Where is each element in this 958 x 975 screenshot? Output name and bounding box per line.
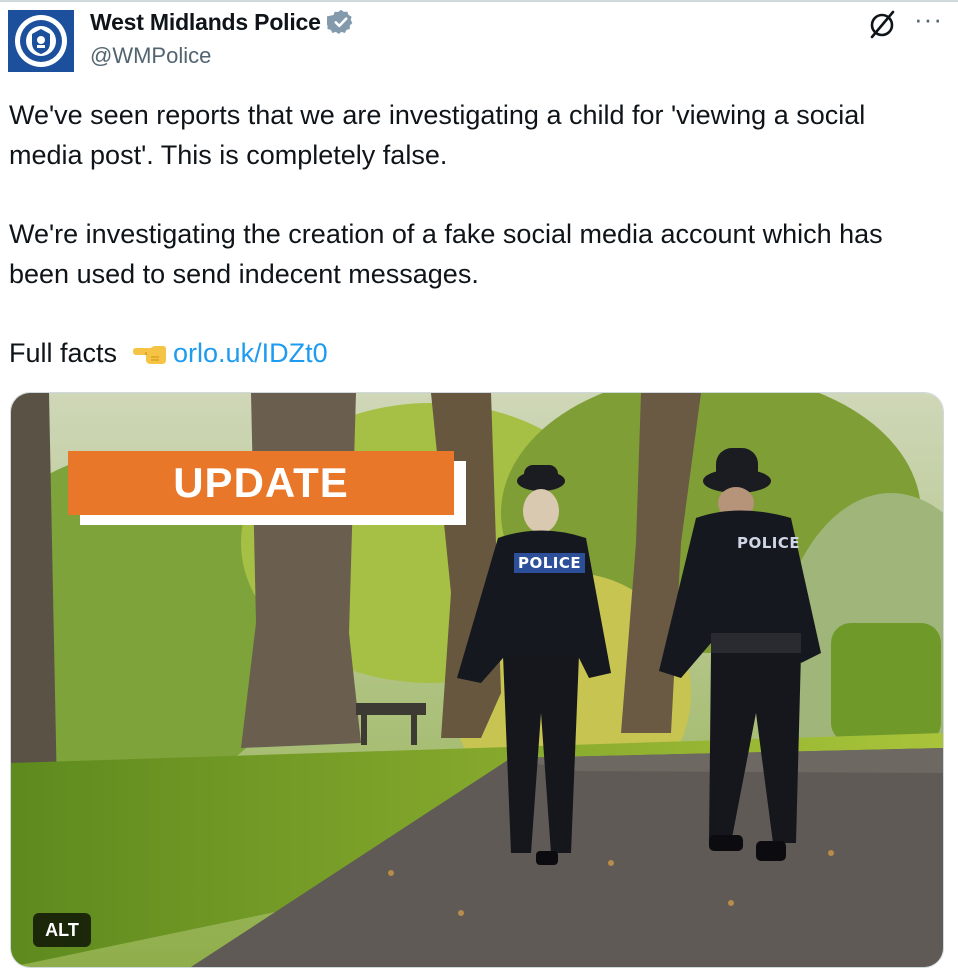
tweet-paragraph-1: We've seen reports that we are investiga… (9, 100, 866, 170)
tweet-paragraph-2: We're investigating the creation of a fa… (9, 219, 883, 289)
alt-text-button[interactable]: ALT (33, 913, 91, 947)
author-name[interactable]: West Midlands Police (90, 9, 321, 36)
top-divider (0, 0, 958, 2)
officer-left-police-label: POLICE (514, 553, 586, 573)
grok-icon[interactable] (866, 8, 898, 40)
update-banner: UPDATE (68, 451, 454, 515)
tweet-facts-line: Full facts orlo.uk/IDZt0 (9, 333, 944, 373)
more-options-button[interactable]: ··· (914, 4, 943, 35)
police-crest-icon (15, 15, 67, 67)
tweet-text: We've seen reports that we are investiga… (9, 95, 944, 373)
avatar[interactable] (8, 10, 74, 72)
tweet-image[interactable]: POLICE POLICE UPDATE ALT (10, 392, 944, 968)
author-name-row: West Midlands Police (90, 8, 355, 36)
verified-badge-icon (326, 9, 353, 35)
update-banner-text: UPDATE (173, 459, 349, 506)
author-handle[interactable]: @WMPolice (90, 43, 211, 69)
facts-label: Full facts (9, 338, 118, 368)
facts-link[interactable]: orlo.uk/IDZt0 (173, 333, 328, 373)
officer-right-police-label: POLICE (737, 534, 801, 552)
pointing-hand-icon (133, 346, 167, 364)
